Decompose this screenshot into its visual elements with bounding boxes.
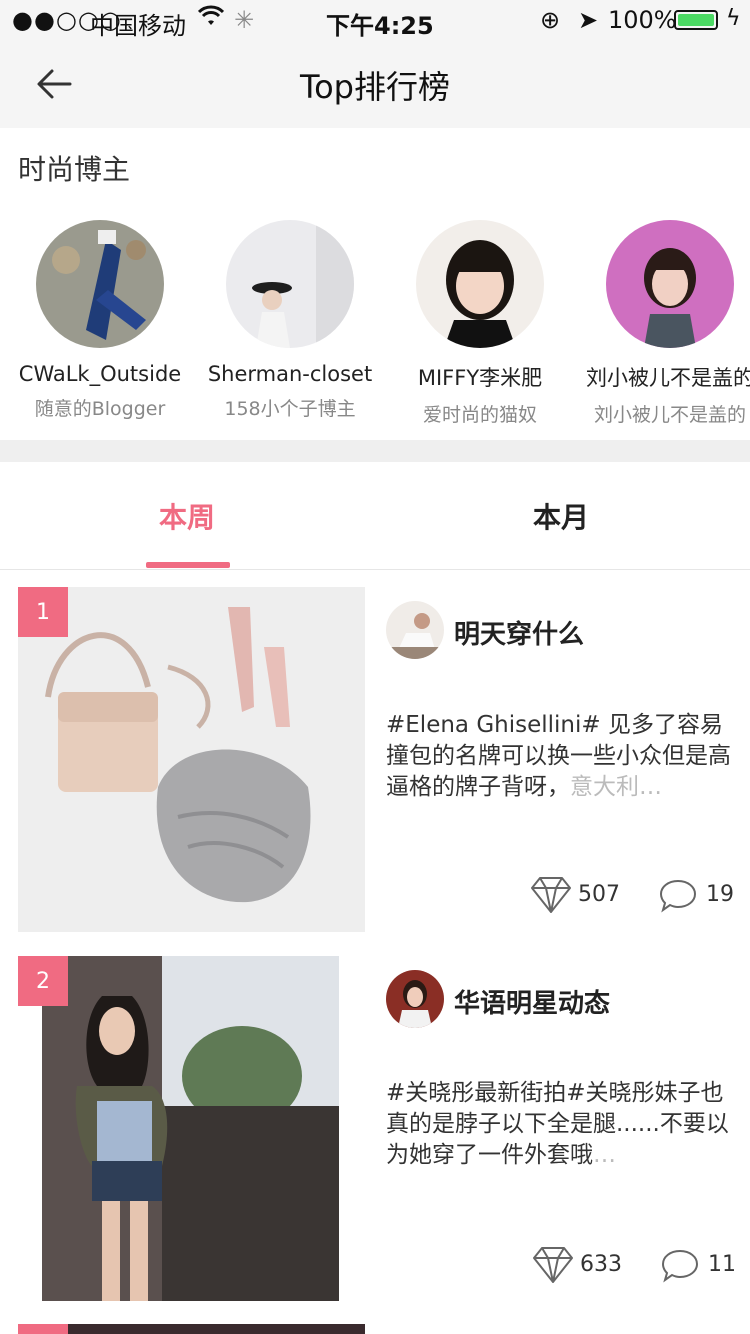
carrier-name: 中国移动 xyxy=(90,12,186,40)
rank-badge xyxy=(18,1324,68,1334)
blogger-desc: 爱时尚的猫奴 xyxy=(422,404,537,426)
blogger-item[interactable]: MIFFY李米肥 爱时尚的猫奴 xyxy=(380,220,580,427)
blogger-name: Sherman-closet xyxy=(207,362,373,386)
diamond-icon[interactable] xyxy=(532,1246,574,1288)
post-excerpt[interactable]: #关晓彤最新街拍#关晓彤妹子也真的是脖子以下全是腿......不要以为她穿了一件… xyxy=(386,1078,736,1171)
blogger-desc: 158小个子博主 xyxy=(224,398,356,420)
comment-icon[interactable] xyxy=(660,1248,700,1288)
post-image[interactable] xyxy=(18,587,365,932)
blogger-name: MIFFY李米肥 xyxy=(417,366,543,390)
post-excerpt[interactable]: #Elena Ghisellini# 见多了容易撞包的名牌可以换一些小众但是高逼… xyxy=(386,710,736,803)
author-name[interactable]: 明天穿什么 xyxy=(454,614,584,651)
section-title: 时尚博主 xyxy=(18,153,131,186)
blogger-name: CWaLk_Outside xyxy=(18,362,182,386)
tab-month[interactable]: 本月 xyxy=(486,496,636,536)
avatar[interactable] xyxy=(36,220,164,348)
comment-count: 11 xyxy=(708,1252,736,1277)
period-tabs: 本周 本月 xyxy=(0,462,750,570)
rotation-lock-icon: ⊕ xyxy=(540,6,561,34)
post-text-fade: … xyxy=(593,1142,616,1168)
comment-count: 19 xyxy=(706,882,734,907)
battery-percent: 100% xyxy=(608,6,677,34)
tab-week[interactable]: 本周 xyxy=(112,496,262,536)
blogger-item[interactable]: CWaLk_Outside 随意的Blogger xyxy=(0,220,200,421)
post-image[interactable] xyxy=(42,956,339,1301)
author-name[interactable]: 华语明星动态 xyxy=(454,983,610,1020)
battery-icon xyxy=(674,10,718,30)
avatar[interactable] xyxy=(416,220,544,348)
avatar[interactable] xyxy=(226,220,354,348)
charging-bolt-icon: ϟ xyxy=(726,6,741,31)
like-count: 507 xyxy=(578,882,620,907)
blogger-item[interactable]: 刘小被儿不是盖的 刘小被儿不是盖的 xyxy=(570,220,750,427)
blogger-name: 刘小被儿不是盖的 xyxy=(586,366,750,390)
post-text: #关晓彤最新街拍#关晓彤妹子也真的是脖子以下全是腿......不要以为她穿了一件… xyxy=(386,1080,729,1168)
wifi-icon xyxy=(197,4,225,34)
rank-badge: 2 xyxy=(18,956,68,1006)
active-tab-indicator xyxy=(146,562,230,568)
post-text-fade: 意大利… xyxy=(570,774,662,800)
fashion-bloggers-section: 时尚博主 CWaLk_Outside 随意的Blogger Sherman-cl… xyxy=(0,128,750,440)
activity-spinner-icon: ✳ xyxy=(234,6,255,34)
ranking-list: 1 明天穿什么 #Elena Ghisellini# 见多了容易撞包的名牌可以换… xyxy=(0,570,750,1334)
avatar[interactable] xyxy=(386,601,444,659)
avatar[interactable] xyxy=(386,970,444,1028)
location-arrow-icon: ➤ xyxy=(578,6,599,34)
post-text: #Elena Ghisellini# 见多了容易撞包的名牌可以换一些小众但是高逼… xyxy=(386,712,731,800)
avatar[interactable] xyxy=(606,220,734,348)
blogger-item[interactable]: Sherman-closet 158小个子博主 xyxy=(190,220,390,421)
status-time: 下午4:25 xyxy=(326,12,434,40)
post-image[interactable] xyxy=(18,1324,365,1334)
diamond-icon[interactable] xyxy=(530,876,572,918)
blogger-desc: 随意的Blogger xyxy=(34,398,166,420)
status-bar: ●●○○○ 中国移动 ✳ 下午4:25 ⊕ ➤ 100% ϟ xyxy=(0,0,750,40)
like-count: 633 xyxy=(580,1252,622,1277)
comment-icon[interactable] xyxy=(658,878,698,918)
blogger-desc: 刘小被儿不是盖的 xyxy=(593,404,746,426)
rank-badge: 1 xyxy=(18,587,68,637)
page-title: Top排行榜 xyxy=(299,68,450,106)
